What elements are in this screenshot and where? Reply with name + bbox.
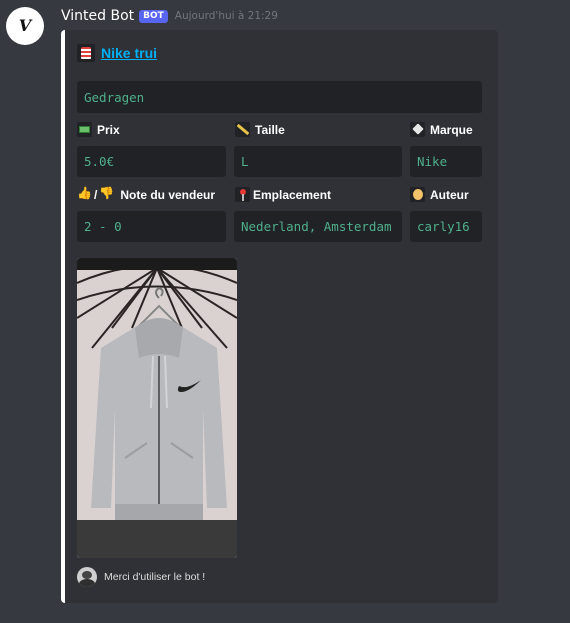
field-name-marque: Marque — [410, 122, 473, 137]
field-label-taille: Taille — [255, 122, 285, 137]
product-image[interactable] — [77, 258, 237, 558]
field-label-emplacement: Emplacement — [253, 187, 332, 202]
grey-hoodie-photo — [77, 258, 237, 558]
message-header: Vinted Bot BOT Aujourd'hui à 21:29 — [61, 6, 278, 26]
tag-icon — [410, 122, 425, 137]
field-label-prix: Prix — [97, 122, 120, 137]
field-name-emplacement: Emplacement — [235, 187, 331, 202]
embed-footer: Merci d'utiliser le bot ! — [77, 567, 205, 587]
bot-badge: BOT — [139, 9, 168, 23]
field-label-note: Note du vendeur — [120, 187, 216, 202]
username[interactable]: Vinted Bot — [61, 8, 134, 24]
field-separator: / — [94, 187, 98, 202]
field-label-marque: Marque — [430, 122, 473, 137]
footer-text: Merci d'utiliser le bot ! — [104, 571, 206, 583]
field-label-auteur: Auteur — [430, 187, 469, 202]
thumbs-down-icon — [99, 186, 114, 202]
pin-icon — [235, 187, 250, 202]
avatar-initial: V — [18, 16, 32, 35]
field-name-auteur: Auteur — [410, 187, 469, 202]
embed-card: Nike trui Gedragen Prix Taille Marque 5.… — [61, 30, 498, 603]
field-value-prix: 5.0€ — [77, 146, 226, 177]
bot-avatar[interactable]: V — [6, 7, 44, 45]
field-name-note: / Note du vendeur — [77, 186, 216, 202]
thumbs-up-icon — [77, 186, 92, 202]
field-value-emplacement: Nederland, Amsterdam — [234, 211, 402, 242]
field-name-taille: Taille — [235, 122, 285, 137]
footer-avatar-icon — [77, 567, 97, 587]
person-icon — [410, 187, 425, 202]
message-timestamp: Aujourd'hui à 21:29 — [174, 10, 278, 22]
field-name-prix: Prix — [77, 122, 120, 137]
striped-shirt-icon — [77, 44, 95, 62]
field-value-note: 2 - 0 — [77, 211, 226, 242]
money-icon — [77, 122, 92, 137]
field-value-auteur: carly16 — [410, 211, 482, 242]
field-value-marque: Nike — [410, 146, 482, 177]
description-codeblock: Gedragen — [77, 81, 482, 113]
ruler-icon — [235, 122, 250, 137]
embed-title: Nike trui — [77, 44, 157, 62]
embed-title-link[interactable]: Nike trui — [101, 45, 157, 61]
field-value-taille: L — [234, 146, 402, 177]
